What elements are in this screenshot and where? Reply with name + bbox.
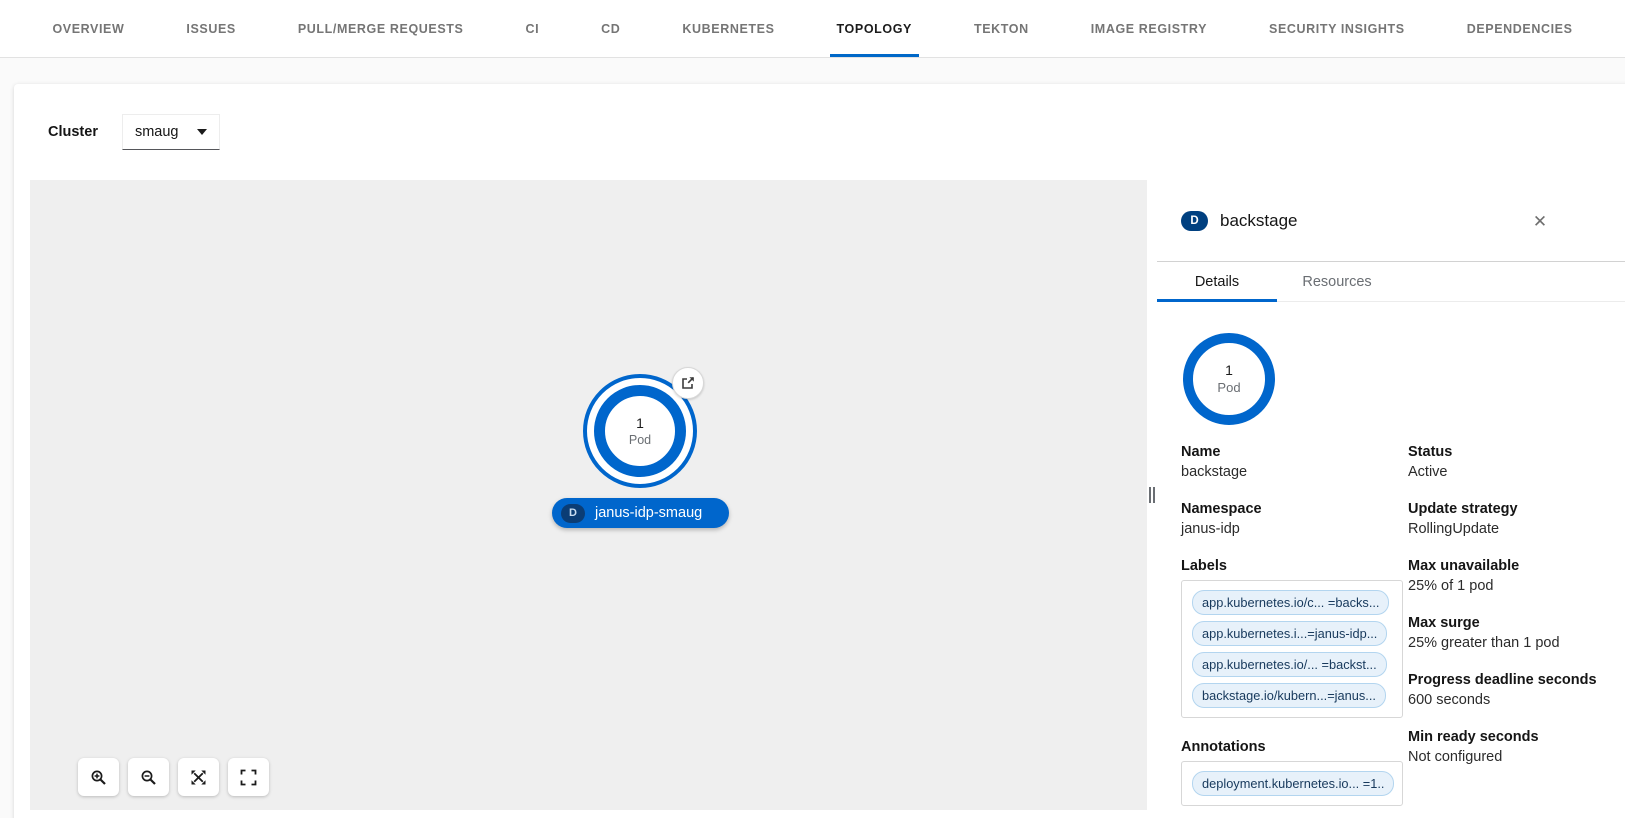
field-value: Active <box>1408 464 1615 480</box>
node-pod-label: Pod <box>629 432 651 448</box>
cluster-label: Cluster <box>48 124 98 140</box>
annotations-chip-group: deployment.kubernetes.io... =1.. <box>1181 761 1403 806</box>
cluster-toolbar: Cluster smaug <box>48 114 220 150</box>
node-label-pill[interactable]: D janus-idp-smaug <box>552 498 729 528</box>
open-url-decorator[interactable] <box>672 367 704 399</box>
drag-handle-icon[interactable] <box>1149 487 1155 503</box>
field-value: 25% greater than 1 pod <box>1408 635 1615 651</box>
close-panel-button[interactable]: ✕ <box>1529 211 1551 233</box>
pod-label: Pod <box>1217 379 1240 396</box>
zoom-in-icon <box>90 769 107 786</box>
field-min-ready-seconds: Min ready seconds Not configured <box>1408 729 1615 765</box>
field-annotations: Annotations deployment.kubernetes.io... … <box>1181 739 1408 806</box>
side-panel-tabs: Details Resources <box>1157 262 1625 302</box>
field-max-unavailable: Max unavailable 25% of 1 pod <box>1408 558 1615 594</box>
cluster-select[interactable]: smaug <box>122 114 220 150</box>
field-label: Max unavailable <box>1408 558 1615 574</box>
field-value: 25% of 1 pod <box>1408 578 1615 594</box>
field-labels: Labels app.kubernetes.io/c... =backs... … <box>1181 558 1408 718</box>
tab-pull-merge-requests[interactable]: PULL/MERGE REQUESTS <box>267 0 495 57</box>
cluster-select-value: smaug <box>135 124 179 140</box>
field-label: Labels <box>1181 558 1408 574</box>
tab-dependencies[interactable]: DEPENDENCIES <box>1436 0 1604 57</box>
tab-topology[interactable]: TOPOLOGY <box>806 0 943 57</box>
node-pod-count: 1 <box>636 415 644 432</box>
tab-tekton[interactable]: TEKTON <box>943 0 1060 57</box>
field-namespace: Namespace janus-idp <box>1181 501 1408 537</box>
reset-view-icon <box>240 769 257 786</box>
zoom-out-button[interactable] <box>128 758 169 796</box>
side-panel-header: D backstage ✕ <box>1157 180 1625 262</box>
field-update-strategy: Update strategy RollingUpdate <box>1408 501 1615 537</box>
label-chip: app.kubernetes.i...=janus-idp... <box>1192 621 1387 646</box>
field-value: backstage <box>1181 464 1408 480</box>
tab-details[interactable]: Details <box>1157 262 1277 301</box>
reset-view-button[interactable] <box>228 758 269 796</box>
field-value: Not configured <box>1408 749 1615 765</box>
tab-cd[interactable]: CD <box>570 0 651 57</box>
label-chip: app.kubernetes.io/c... =backs... <box>1192 590 1389 615</box>
field-progress-deadline: Progress deadline seconds 600 seconds <box>1408 672 1615 708</box>
page-background: Cluster smaug 1 Pod <box>0 58 1625 818</box>
resource-title[interactable]: backstage <box>1220 211 1298 231</box>
tab-security-insights[interactable]: SECURITY INSIGHTS <box>1238 0 1436 57</box>
field-label: Min ready seconds <box>1408 729 1615 745</box>
tab-image-registry[interactable]: IMAGE REGISTRY <box>1060 0 1238 57</box>
external-link-icon <box>681 376 695 390</box>
tab-kubernetes[interactable]: KUBERNETES <box>651 0 805 57</box>
side-panel-body: 1 Pod Name backstage Namespace <box>1157 333 1625 818</box>
topology-card: Cluster smaug 1 Pod <box>14 84 1625 818</box>
field-status: Status Active <box>1408 444 1615 480</box>
field-label: Status <box>1408 444 1615 460</box>
node-label-text: janus-idp-smaug <box>595 505 702 521</box>
field-name: Name backstage <box>1181 444 1408 480</box>
field-label: Annotations <box>1181 739 1408 755</box>
tab-resources[interactable]: Resources <box>1277 262 1397 301</box>
field-max-surge: Max surge 25% greater than 1 pod <box>1408 615 1615 651</box>
tab-issues[interactable]: ISSUES <box>155 0 266 57</box>
details-grid: Name backstage Namespace janus-idp Label… <box>1181 444 1615 818</box>
field-label: Namespace <box>1181 501 1408 517</box>
deployment-node-backstage[interactable]: 1 Pod <box>583 374 697 488</box>
label-chip: backstage.io/kubern...=janus... <box>1192 683 1386 708</box>
zoom-out-icon <box>140 769 157 786</box>
canvas-control-bar <box>78 758 269 796</box>
field-label: Max surge <box>1408 615 1615 631</box>
deployment-badge: D <box>561 504 585 523</box>
deployment-badge: D <box>1181 211 1208 231</box>
field-value: 600 seconds <box>1408 692 1615 708</box>
field-value: janus-idp <box>1181 521 1408 537</box>
labels-chip-group: app.kubernetes.io/c... =backs... app.kub… <box>1181 580 1403 718</box>
label-chip: app.kubernetes.io/... =backst... <box>1192 652 1387 677</box>
pod-count: 1 <box>1225 362 1233 379</box>
annotation-chip: deployment.kubernetes.io... =1.. <box>1192 771 1394 796</box>
topology-canvas[interactable]: 1 Pod D janus-idp-smaug <box>30 180 1147 810</box>
tab-ci[interactable]: CI <box>494 0 570 57</box>
fit-to-screen-icon <box>190 769 207 786</box>
zoom-in-button[interactable] <box>78 758 119 796</box>
entity-tab-bar: OVERVIEW ISSUES PULL/MERGE REQUESTS CI C… <box>0 0 1625 58</box>
field-label: Name <box>1181 444 1408 460</box>
side-panel: D backstage ✕ Details Resources <box>1157 180 1625 818</box>
pod-donut-chart: 1 Pod <box>1183 333 1275 425</box>
tab-overview[interactable]: OVERVIEW <box>21 0 155 57</box>
topology-page: OVERVIEW ISSUES PULL/MERGE REQUESTS CI C… <box>0 0 1625 818</box>
field-label: Update strategy <box>1408 501 1615 517</box>
fit-to-screen-button[interactable] <box>178 758 219 796</box>
caret-down-icon <box>197 129 207 135</box>
field-value: RollingUpdate <box>1408 521 1615 537</box>
field-label: Progress deadline seconds <box>1408 672 1615 688</box>
